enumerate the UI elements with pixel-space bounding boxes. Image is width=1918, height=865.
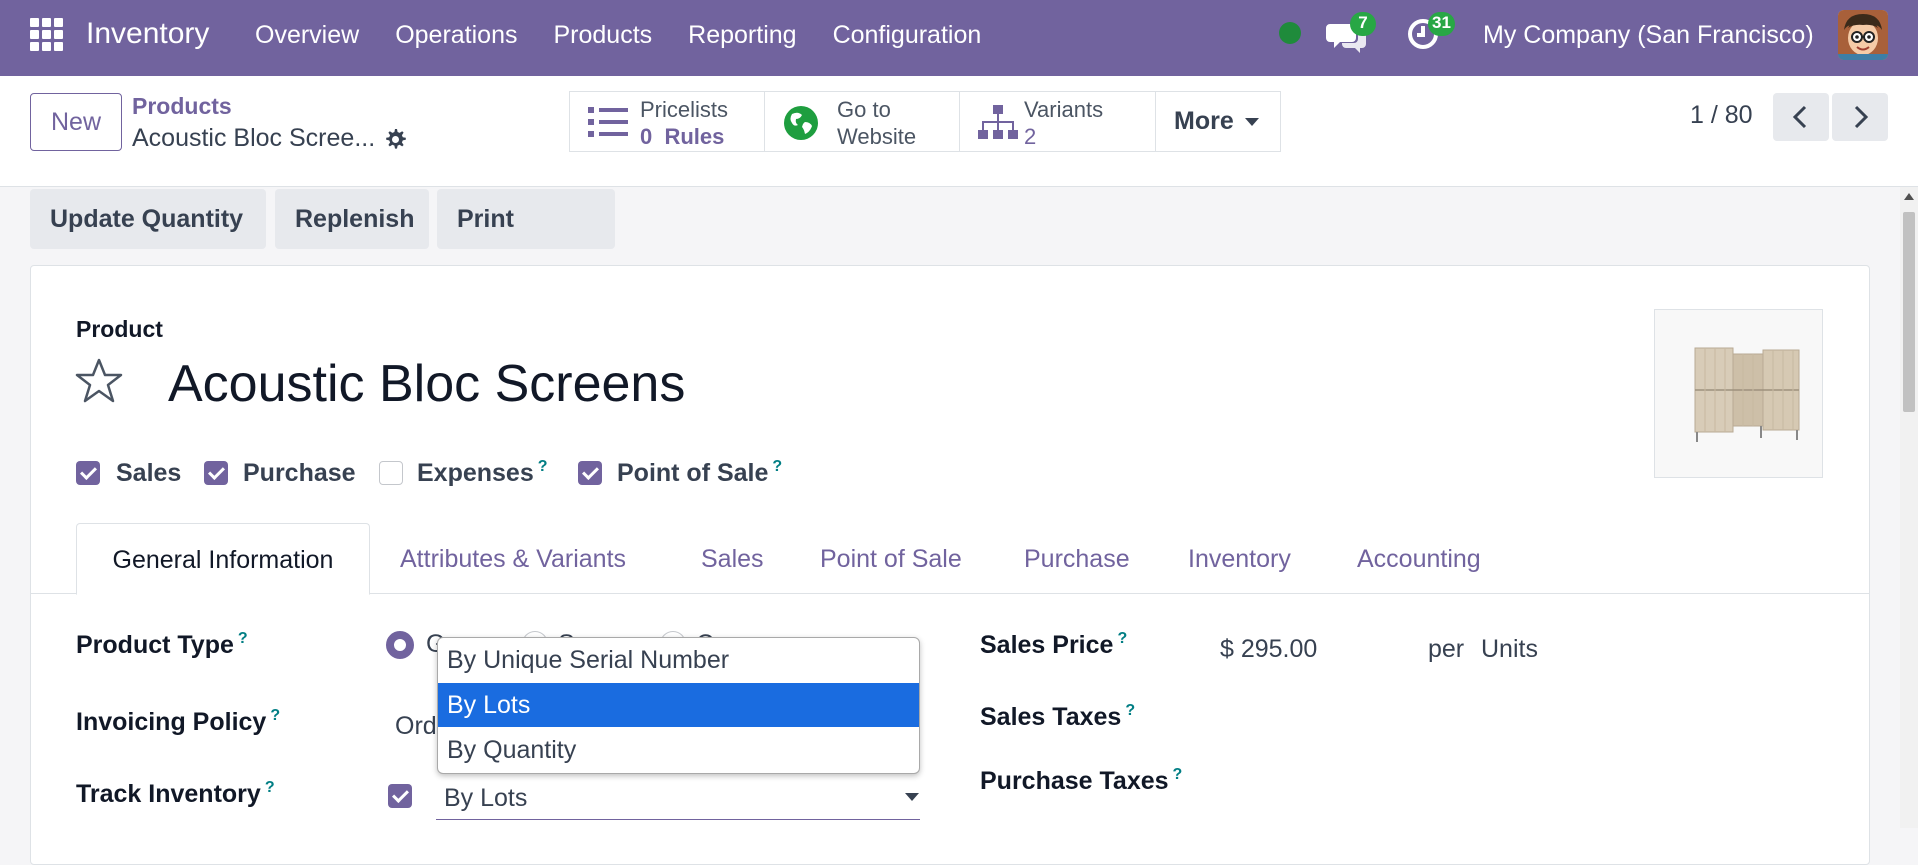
- point-of-sale-checkbox[interactable]: [578, 461, 602, 485]
- help-icon[interactable]: ?: [538, 458, 548, 475]
- more-label: More: [1174, 107, 1234, 135]
- tab-general-information[interactable]: General Information: [76, 523, 370, 595]
- dropdown-option-quantity[interactable]: By Quantity: [438, 728, 919, 772]
- messages-badge: 7: [1350, 12, 1376, 36]
- chevron-left-icon: [1792, 105, 1807, 129]
- activity-badge: 31: [1428, 12, 1455, 36]
- new-button[interactable]: New: [30, 93, 122, 151]
- point-of-sale-checkbox-label[interactable]: Point of Sale?: [617, 458, 782, 492]
- menu-products[interactable]: Products: [553, 18, 652, 52]
- variants-label: Variants: [1024, 97, 1104, 122]
- favorite-star-icon[interactable]: [74, 357, 124, 410]
- sales-price-value[interactable]: $ 295.00: [1220, 633, 1317, 665]
- user-avatar[interactable]: [1838, 10, 1888, 60]
- help-icon[interactable]: ?: [238, 630, 248, 647]
- product-label: Product: [76, 316, 163, 342]
- scroll-up-arrow-icon[interactable]: [1904, 193, 1914, 200]
- website-label-line2: Website: [837, 124, 917, 149]
- expenses-checkbox-label[interactable]: Expenses?: [417, 458, 548, 492]
- sales-checkbox[interactable]: [76, 461, 100, 485]
- dropdown-option-lots[interactable]: By Lots: [438, 683, 919, 727]
- update-quantity-button[interactable]: Update Quantity: [30, 189, 266, 249]
- sales-price-label: Sales Price?: [980, 630, 1128, 659]
- app-name[interactable]: Inventory: [86, 14, 209, 54]
- menu-reporting[interactable]: Reporting: [688, 18, 796, 52]
- menu-operations[interactable]: Operations: [395, 18, 517, 52]
- help-icon[interactable]: ?: [270, 707, 280, 724]
- pricelists-smart-button[interactable]: Pricelists 0 Rules: [569, 91, 765, 152]
- menu-configuration[interactable]: Configuration: [833, 18, 982, 52]
- scrollbar-thumb[interactable]: [1903, 212, 1915, 412]
- tab-purchase[interactable]: Purchase: [1024, 540, 1130, 578]
- pager-value[interactable]: 1 / 80: [1690, 98, 1753, 132]
- tracking-dropdown-list: By Unique Serial Number By Lots By Quant…: [437, 637, 920, 774]
- go-to-website-smart-button[interactable]: Go to Website: [764, 91, 960, 152]
- product-type-goods-radio[interactable]: [386, 631, 414, 659]
- invoicing-policy-value[interactable]: Ord: [395, 710, 437, 742]
- pricelists-label: Pricelists: [640, 97, 729, 122]
- pricelists-count: 0 Rules: [640, 124, 725, 149]
- tab-inventory[interactable]: Inventory: [1188, 540, 1291, 578]
- caret-down-icon: [1244, 118, 1259, 127]
- help-icon[interactable]: ?: [1125, 702, 1135, 719]
- chevron-right-icon: [1854, 105, 1869, 129]
- caret-down-icon[interactable]: [905, 793, 919, 801]
- main-menu: Overview Operations Products Reporting C…: [255, 18, 1017, 52]
- dropdown-option-serial[interactable]: By Unique Serial Number: [438, 638, 919, 682]
- help-icon[interactable]: ?: [265, 779, 275, 796]
- page-scrollbar[interactable]: [1900, 187, 1918, 828]
- help-icon[interactable]: ?: [1117, 630, 1127, 647]
- control-panel: New Products Acoustic Bloc Scree... Pric…: [0, 76, 1918, 187]
- sales-checkbox-label[interactable]: Sales: [116, 458, 181, 488]
- menu-overview[interactable]: Overview: [255, 18, 359, 52]
- tab-accounting[interactable]: Accounting: [1357, 540, 1481, 578]
- expenses-checkbox[interactable]: [379, 461, 403, 485]
- tab-attributes-variants[interactable]: Attributes & Variants: [400, 540, 626, 578]
- pager-previous-button[interactable]: [1773, 93, 1829, 141]
- list-icon: [588, 105, 628, 144]
- purchase-taxes-label: Purchase Taxes?: [980, 766, 1183, 795]
- product-image[interactable]: [1654, 309, 1823, 478]
- track-inventory-checkbox[interactable]: [388, 784, 412, 808]
- help-icon[interactable]: ?: [1173, 766, 1183, 783]
- app-grid-icon[interactable]: [30, 18, 64, 52]
- website-label-line1: Go to: [837, 97, 891, 122]
- variants-count: 2: [1024, 124, 1037, 149]
- gear-icon[interactable]: [383, 127, 407, 156]
- replenish-button[interactable]: Replenish: [275, 189, 429, 249]
- sitemap-icon: [978, 105, 1018, 146]
- invoicing-policy-label: Invoicing Policy?: [76, 707, 281, 736]
- more-dropdown-button[interactable]: More: [1155, 91, 1281, 152]
- purchase-checkbox[interactable]: [204, 461, 228, 485]
- top-navbar: Inventory Overview Operations Products R…: [0, 0, 1918, 76]
- print-labels-button[interactable]: Print Labels: [437, 189, 615, 293]
- pager-next-button[interactable]: [1832, 93, 1888, 141]
- track-inventory-label: Track Inventory?: [76, 779, 275, 808]
- variants-smart-button[interactable]: Variants 2: [959, 91, 1156, 152]
- sales-taxes-label: Sales Taxes?: [980, 702, 1136, 731]
- breadcrumb-current: Acoustic Bloc Scree...: [132, 124, 376, 152]
- tab-sales[interactable]: Sales: [701, 540, 764, 578]
- product-type-label: Product Type?: [76, 630, 248, 659]
- help-icon[interactable]: ?: [772, 458, 782, 475]
- product-name-field[interactable]: Acoustic Bloc Screens: [168, 350, 685, 418]
- breadcrumb-products[interactable]: Products: [132, 92, 232, 120]
- presence-status-icon: [1279, 22, 1301, 44]
- purchase-checkbox-label[interactable]: Purchase: [243, 458, 356, 488]
- tab-point-of-sale[interactable]: Point of Sale: [820, 540, 962, 578]
- company-switcher[interactable]: My Company (San Francisco): [1483, 18, 1814, 52]
- globe-icon: [783, 105, 819, 146]
- tracking-select[interactable]: By Lots: [436, 780, 920, 820]
- uom-value[interactable]: Units: [1481, 633, 1538, 665]
- per-label: per: [1428, 635, 1465, 663]
